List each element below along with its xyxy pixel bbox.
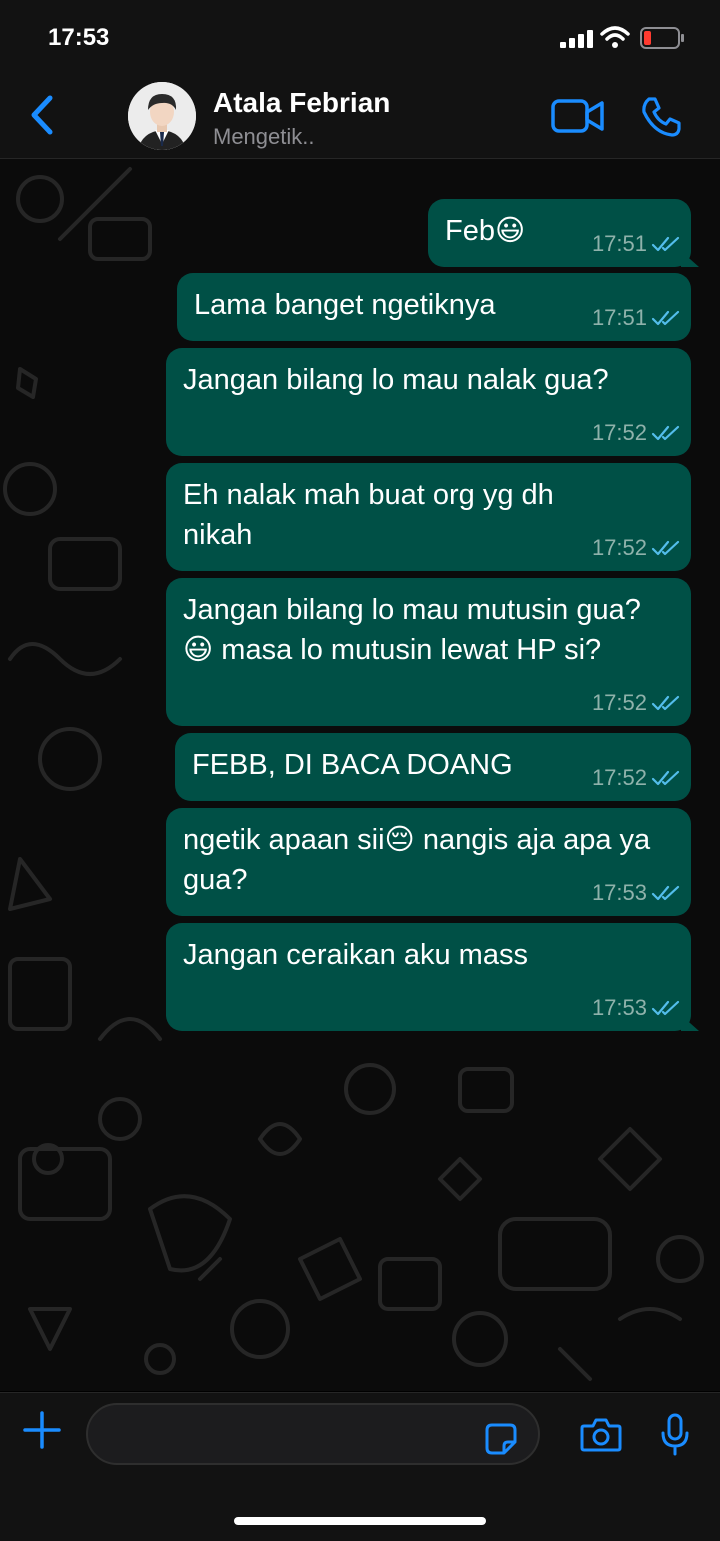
- message-bubble[interactable]: Feb😃 17:51: [428, 199, 699, 267]
- message-input-bar: [0, 1392, 720, 1541]
- double-check-icon: [651, 236, 680, 252]
- cellular-signal-icon: [560, 30, 593, 48]
- message-time: 17:52: [591, 420, 647, 445]
- camera-icon[interactable]: [580, 1417, 622, 1453]
- message-time: 17:52: [591, 690, 647, 715]
- battery-icon: [640, 27, 684, 49]
- contact-name[interactable]: Atala Febrian: [213, 87, 390, 119]
- chat-header: Atala Febrian Mengetik..: [0, 72, 720, 159]
- double-check-icon: [651, 540, 680, 556]
- video-camera-icon[interactable]: [551, 98, 605, 134]
- message-text: Jangan bilang lo mau nalak gua?: [183, 364, 609, 396]
- message-time: 17:52: [591, 765, 647, 790]
- message-bubble[interactable]: Jangan bilang lo mau mutusin gua? 😃 masa…: [166, 578, 691, 726]
- message-bubble[interactable]: Jangan ceraikan aku mass 17:53: [166, 923, 699, 1031]
- double-check-icon: [651, 310, 680, 326]
- double-check-icon: [651, 770, 680, 786]
- message-bubble[interactable]: FEBB, DI BACA DOANG 17:52: [175, 733, 691, 801]
- message-bubble[interactable]: Jangan bilang lo mau nalak gua? 17:52: [166, 348, 691, 456]
- status-bar: 17:53: [0, 0, 720, 72]
- message-text: Jangan ceraikan aku mass: [183, 939, 528, 971]
- message-bubble[interactable]: Lama banget ngetiknya 17:51: [177, 273, 691, 341]
- phone-icon[interactable]: [640, 96, 682, 138]
- plus-icon[interactable]: [22, 1410, 62, 1450]
- message-bubble[interactable]: ngetik apaan sii😔 nangis aja apa ya gua?…: [166, 808, 691, 916]
- message-time: 17:53: [591, 880, 647, 905]
- double-check-icon: [651, 885, 680, 901]
- microphone-icon[interactable]: [660, 1413, 690, 1457]
- chat-area[interactable]: Feb😃 17:51 Lama banget ngetiknya 17:51 J…: [0, 159, 720, 1391]
- message-text: Jangan bilang lo mau mutusin gua? 😃 masa…: [183, 594, 641, 666]
- message-time: 17:51: [591, 305, 647, 330]
- message-meta: 17:52: [592, 690, 681, 716]
- message-time: 17:51: [591, 231, 647, 256]
- message-time: 17:52: [591, 535, 647, 560]
- chevron-left-icon[interactable]: [28, 94, 56, 136]
- double-check-icon: [651, 695, 680, 711]
- avatar[interactable]: [128, 82, 196, 150]
- sticker-icon[interactable]: [484, 1422, 518, 1456]
- message-text: Feb😃: [445, 215, 526, 247]
- message-input[interactable]: [86, 1403, 540, 1465]
- double-check-icon: [651, 425, 680, 441]
- double-check-icon: [651, 1000, 680, 1016]
- message-meta: 17:51: [592, 305, 681, 331]
- message-meta: 17:53: [592, 995, 681, 1021]
- typing-status: Mengetik..: [213, 124, 315, 149]
- message-meta: 17:53: [592, 880, 681, 906]
- wifi-icon: [600, 26, 630, 48]
- message-text: Lama banget ngetiknya: [194, 289, 496, 321]
- message-text: Eh nalak mah buat org yg dh nikah: [183, 479, 554, 551]
- message-time: 17:53: [591, 995, 647, 1020]
- message-meta: 17:52: [592, 535, 681, 561]
- message-meta: 17:52: [592, 420, 681, 446]
- avatar-portrait-icon: [128, 82, 196, 150]
- status-time: 17:53: [48, 24, 110, 51]
- message-meta: 17:51: [592, 231, 681, 257]
- home-indicator: [234, 1517, 486, 1525]
- message-text: FEBB, DI BACA DOANG: [192, 749, 513, 781]
- message-bubble[interactable]: Eh nalak mah buat org yg dh nikah 17:52: [166, 463, 691, 571]
- message-meta: 17:52: [592, 765, 681, 791]
